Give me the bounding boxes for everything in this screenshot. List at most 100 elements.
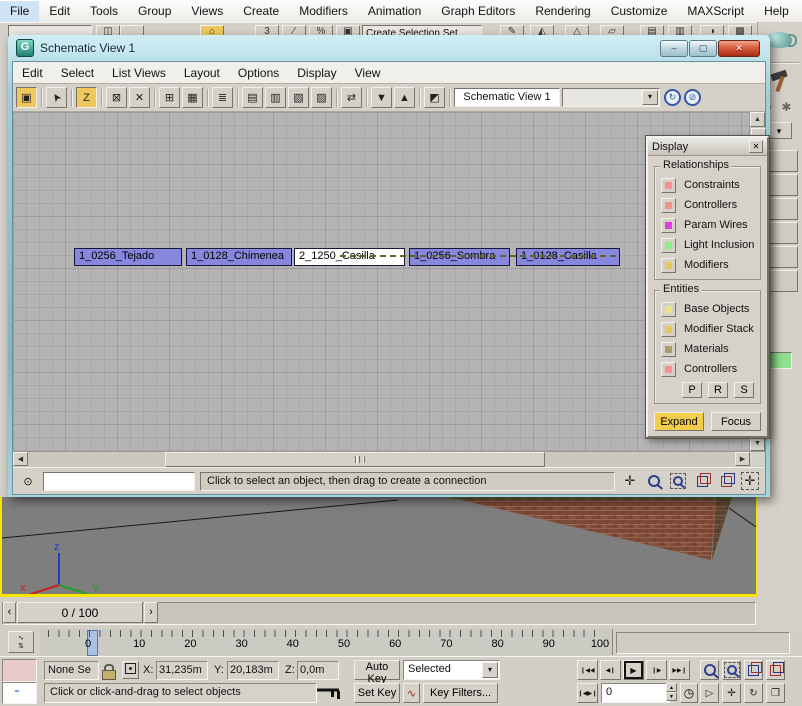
mini-curve-editor-button[interactable]: ∿⇅ — [8, 631, 34, 653]
sv-zoom-extents-button[interactable] — [692, 471, 712, 491]
display-floater-button[interactable]: ▣ — [16, 87, 37, 108]
previous-frame-button[interactable]: ◀❙ — [600, 660, 621, 680]
schematic-node[interactable]: 1_0256_Tejado — [74, 248, 182, 266]
close-button[interactable]: ✕ — [718, 40, 760, 57]
next-frame-button[interactable]: ❙▶ — [646, 660, 667, 680]
menu-group[interactable]: Group — [128, 1, 181, 22]
dropdown-arrow-icon[interactable]: ▾ — [642, 90, 658, 105]
arrange-selected-button[interactable]: ▥ — [265, 87, 286, 108]
checkbox-constraints[interactable] — [661, 178, 676, 193]
free-all-button[interactable]: ▧ — [288, 87, 309, 108]
object-filter-input[interactable] — [43, 472, 195, 491]
focus-button[interactable]: Focus — [711, 412, 761, 431]
key-mode-toggle-button[interactable]: ❙◀▶❙ — [577, 683, 598, 703]
min-max-toggle-button[interactable]: ❐ — [766, 683, 785, 703]
sv-menu-view[interactable]: View — [346, 63, 390, 83]
free-selected-button[interactable]: ▨ — [311, 87, 332, 108]
sv-zoom-extents-selected-button[interactable] — [716, 471, 736, 491]
sv-menu-display[interactable]: Display — [288, 63, 345, 83]
checkbox-light-inclusion[interactable] — [661, 238, 676, 253]
checkbox-modifiers[interactable] — [661, 258, 676, 273]
absolute-mode-toggle-button[interactable] — [122, 661, 139, 679]
z-coordinate-field[interactable]: 0,0m — [297, 661, 339, 680]
schematic-node[interactable]: 1_0128_Casilla — [516, 248, 620, 266]
set-key-button[interactable]: Set Key — [354, 683, 400, 703]
delete-objects-button[interactable]: ✕ — [129, 87, 150, 108]
utilities-tab-hammer-icon[interactable] — [770, 70, 790, 94]
close-icon[interactable]: ✕ — [749, 140, 763, 153]
pan-view-button[interactable]: ✛ — [722, 683, 741, 703]
scroll-down-icon[interactable]: ▼ — [750, 436, 765, 451]
filter-s-button[interactable]: S — [734, 382, 754, 398]
play-button[interactable]: ▶ — [623, 660, 644, 680]
select-object-button[interactable]: ➤ — [46, 87, 67, 108]
reference-mode-button[interactable]: ▦ — [182, 87, 203, 108]
menu-views[interactable]: Views — [181, 1, 233, 22]
next-frame-arrow[interactable]: › — [144, 602, 158, 623]
dropdown-arrow-icon[interactable]: ▾ — [482, 662, 498, 678]
current-frame-field[interactable]: 0 — [601, 683, 670, 703]
schematic-node[interactable]: 2_1250_Casilla — [294, 248, 405, 266]
pan-to-selected-button[interactable]: ↻ — [664, 89, 681, 106]
zoom-button[interactable] — [700, 660, 719, 680]
preferences-button[interactable]: ◩ — [424, 87, 445, 108]
go-to-end-button[interactable]: ▶▶❙ — [669, 660, 690, 680]
default-in-out-tangents-button[interactable]: ∿ — [403, 683, 420, 703]
sv-pan-button[interactable]: ✛ — [620, 471, 640, 491]
menu-file[interactable]: File — [0, 1, 39, 22]
always-arrange-button[interactable]: ≣ — [212, 87, 233, 108]
sv-menu-select[interactable]: Select — [52, 63, 103, 83]
schematic-node[interactable]: 1_0256_Sombra — [409, 248, 510, 266]
checkbox-modifier-stack[interactable] — [661, 322, 676, 337]
zoom-all-button[interactable] — [722, 660, 741, 680]
selection-lock-icon[interactable] — [102, 664, 114, 678]
hierarchy-mode-button[interactable]: ⊞ — [159, 87, 180, 108]
spin-up-icon[interactable]: ▲ — [666, 683, 677, 692]
zoom-extents-button[interactable] — [744, 660, 763, 680]
checkbox-controllers[interactable] — [661, 198, 676, 213]
menu-help[interactable]: Help — [754, 1, 799, 22]
schematic-view-name-field[interactable]: Schematic View 1 — [454, 88, 560, 107]
x-coordinate-field[interactable]: 31,235m — [156, 661, 208, 680]
scroll-up-icon[interactable]: ▲ — [750, 112, 765, 127]
sv-zoom-button[interactable] — [644, 471, 664, 491]
time-configuration-button[interactable]: ◷ — [680, 683, 698, 703]
color-swatch[interactable] — [768, 352, 792, 369]
arc-rotate-button[interactable]: ↻ — [744, 683, 763, 703]
schematic-titlebar[interactable]: G Schematic View 1 – ▢ ✕ — [12, 35, 766, 61]
horizontal-scroll-thumb[interactable] — [165, 452, 545, 467]
connect-button[interactable]: Z — [76, 87, 97, 108]
previous-frame-arrow[interactable]: ‹ — [3, 602, 16, 623]
checkbox-controllers[interactable] — [661, 362, 676, 377]
filter-r-button[interactable]: R — [708, 382, 728, 398]
minimize-button[interactable]: – — [660, 40, 688, 57]
key-filters-button[interactable]: Key Filters... — [423, 683, 498, 703]
unlink-selected-button[interactable]: ⊠ — [106, 87, 127, 108]
filter-p-button[interactable]: P — [682, 382, 702, 398]
menu-graph-editors[interactable]: Graph Editors — [431, 1, 525, 22]
menu-customize[interactable]: Customize — [601, 1, 678, 22]
scroll-right-icon[interactable]: ▶ — [735, 452, 750, 466]
menu-tools[interactable]: Tools — [80, 1, 128, 22]
display-panel-titlebar[interactable]: Display ✕ — [648, 138, 767, 156]
spin-down-icon[interactable]: ▼ — [666, 692, 677, 701]
sv-pan-region-button[interactable]: ✛ — [740, 471, 760, 491]
schematic-canvas[interactable]: 1_0256_Tejado1_0128_Chimenea2_1250_Casil… — [13, 112, 749, 451]
maximize-button[interactable]: ▢ — [689, 40, 717, 57]
go-to-start-button[interactable]: ❙◀◀ — [577, 660, 598, 680]
bookmark-dropdown[interactable]: ▾ — [562, 88, 660, 107]
sv-menu-options[interactable]: Options — [229, 63, 288, 83]
checkbox-materials[interactable] — [661, 342, 676, 357]
horizontal-scrollbar[interactable]: ◀ ▶ — [13, 451, 765, 467]
expand-button[interactable]: Expand — [654, 412, 704, 431]
perspective-viewport[interactable]: z x y — [0, 497, 758, 597]
find-object-icon[interactable]: ⊙ — [18, 472, 38, 490]
sv-zoom-region-button[interactable] — [668, 471, 688, 491]
checkbox-base-objects[interactable] — [661, 302, 676, 317]
sv-menu-edit[interactable]: Edit — [13, 63, 52, 83]
field-of-view-button[interactable]: ▷ — [700, 683, 719, 703]
menu-create[interactable]: Create — [233, 1, 289, 22]
key-subobjects-dropdown[interactable]: Selected ▾ — [403, 660, 500, 680]
unshrink-selected-button[interactable]: ▲ — [394, 87, 415, 108]
maxscript-mini-listener-white[interactable] — [2, 682, 37, 704]
